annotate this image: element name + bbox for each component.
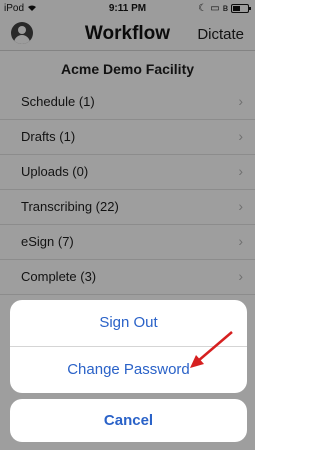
action-sheet: Sign Out Change Password <box>10 300 247 393</box>
sign-out-button[interactable]: Sign Out <box>10 300 247 346</box>
change-password-button[interactable]: Change Password <box>10 347 247 393</box>
cancel-button[interactable]: Cancel <box>10 399 247 442</box>
